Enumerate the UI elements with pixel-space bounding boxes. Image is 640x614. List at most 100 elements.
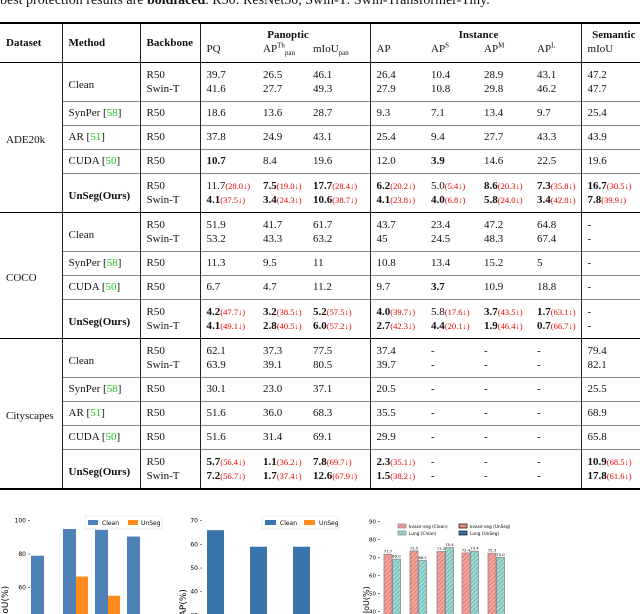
metric-value: 10.6	[313, 194, 333, 206]
metric-cell: 28.7	[307, 101, 370, 126]
metric-cell: -	[478, 358, 531, 378]
metric-value: 5.8	[431, 306, 445, 318]
metric-value: 17.8	[587, 470, 607, 482]
citation-link[interactable]: 50	[102, 281, 120, 293]
metric-cell: 47.7	[580, 82, 640, 102]
metric-cell: -	[425, 425, 478, 450]
metric-cell: 4.2(47.7↓)	[199, 299, 257, 319]
metric-cell: 4.7	[257, 275, 307, 300]
drop-value: (19.0↓)	[276, 181, 302, 191]
metric-value: 63.2	[313, 233, 333, 245]
method-cell: AR 51	[61, 125, 140, 150]
results-table: Dataset Method Backbone Panoptic Instanc…	[0, 22, 640, 490]
method-name: Clean	[68, 354, 95, 367]
metric-value: 28.7	[313, 107, 333, 119]
metric-cell: 10.8	[369, 251, 425, 276]
metric-value: 23.0	[263, 383, 283, 395]
metric-cell: -	[580, 232, 640, 252]
metric-cell: 80.5	[307, 358, 370, 378]
metric-cell: -	[580, 251, 640, 276]
citation-link[interactable]: 58	[103, 107, 121, 119]
backbone: R50	[139, 251, 200, 276]
bar-value-label: 73.4	[470, 546, 479, 551]
table-row: UnSeg(Ours) R50 5.7(56.4↓) 1.1(36.2↓) 7.8(69…	[0, 449, 640, 489]
drop-value: (28.0↓)	[225, 181, 251, 191]
metric-cell: 43.1	[531, 63, 581, 83]
metric-value: 67.4	[537, 233, 557, 245]
drop-value: (20.3↓)	[497, 181, 523, 191]
metric-value: 13.4	[484, 107, 504, 119]
metric-cell: 63.9	[199, 358, 257, 378]
drop-value: (17.6↓)	[444, 307, 470, 317]
metric-value: 20.5	[376, 383, 396, 395]
metric-cell: 7.8(69.7↓)	[307, 449, 370, 469]
citation-link[interactable]: 58	[103, 383, 121, 395]
metric-cell: 39.7	[369, 358, 425, 378]
metric-value: 4.1	[206, 320, 221, 332]
method-cell: SynPer 58	[61, 251, 140, 276]
header-panoptic: Panoptic	[199, 23, 370, 42]
metric-cell: 22.5	[531, 149, 582, 174]
metric-value: -	[587, 219, 592, 231]
metric-value: 5.8	[484, 194, 498, 206]
metric-cell: 10.9(68.5↓)	[580, 449, 640, 469]
metric-value: -	[484, 345, 488, 357]
metric-value: 9.4	[431, 131, 445, 143]
metric-cell: 11	[307, 251, 370, 276]
metric-cell: 3.2(38.5↓)	[257, 299, 307, 319]
method-name: SynPer	[68, 257, 101, 269]
header-dataset: Dataset	[6, 37, 42, 49]
method-cell: SynPer 58	[61, 377, 140, 402]
backbone: Swin-T	[139, 82, 200, 102]
metric-cell: 17.7(28.4↓)	[307, 173, 370, 193]
metric-cell: 9.5	[257, 251, 307, 276]
metric-cell: 77.5	[307, 338, 370, 358]
metric-value: 46.2	[537, 83, 557, 95]
bar-clean	[207, 530, 224, 614]
y-tick-label: 60	[190, 541, 198, 548]
metric-value: 77.5	[313, 345, 333, 357]
citation-link[interactable]: 58	[103, 257, 121, 269]
metric-value: 8.6	[484, 180, 498, 192]
metric-cell: 61.7	[307, 212, 370, 232]
drop-value: (49.1↓)	[220, 321, 246, 331]
bar-value-label: 73.5	[410, 546, 419, 551]
metric-cell: -	[425, 377, 478, 402]
metric-cell: 36.0	[257, 401, 307, 426]
metric-cell: 4.1(49.1↓)	[199, 319, 257, 339]
method-cell: CUDA 50	[61, 425, 140, 450]
citation-link[interactable]: 51	[87, 407, 105, 419]
header-metric: AP	[369, 42, 425, 63]
metric-value: 37.4	[376, 345, 396, 357]
drop-value: (35.1↓)	[390, 457, 416, 467]
metric-cell: 31.4	[257, 425, 307, 450]
bar-clean	[127, 536, 140, 614]
metric-cell: -	[425, 449, 478, 469]
legend-swatch-unseg	[128, 520, 138, 525]
drop-value: (36.2↓)	[276, 457, 302, 467]
header-metric: mIoU	[580, 42, 640, 63]
caption-bold: boldfaced	[146, 0, 206, 8]
metric-cell: 25.4	[369, 125, 425, 150]
metric-cell: -	[531, 449, 582, 469]
dataset-name: Cityscapes	[0, 338, 62, 489]
citation-link[interactable]: 50	[102, 431, 120, 443]
metric-cell: 5.8(24.0↓)	[478, 193, 531, 213]
metric-value: 43.9	[587, 131, 607, 143]
metric-value: 15.2	[484, 257, 504, 269]
metric-cell: -	[531, 425, 582, 450]
metric-cell: -	[580, 299, 640, 319]
citation-link[interactable]: 51	[87, 131, 105, 143]
metric-value: 5.2	[313, 306, 327, 318]
metric-cell: 1.1(36.2↓)	[257, 449, 307, 469]
metric-cell: 51.9	[199, 212, 257, 232]
metric-cell: 43.3	[531, 125, 582, 150]
metric-value: -	[484, 383, 488, 395]
backbone: R50	[139, 401, 200, 426]
metric-cell: 37.4	[369, 338, 425, 358]
metric-cell: 18.8	[531, 275, 582, 300]
citation-link[interactable]: 50	[102, 155, 120, 167]
metric-value: -	[587, 281, 592, 293]
metric-name: AP	[537, 43, 552, 55]
metric-value: 41.7	[263, 219, 283, 231]
